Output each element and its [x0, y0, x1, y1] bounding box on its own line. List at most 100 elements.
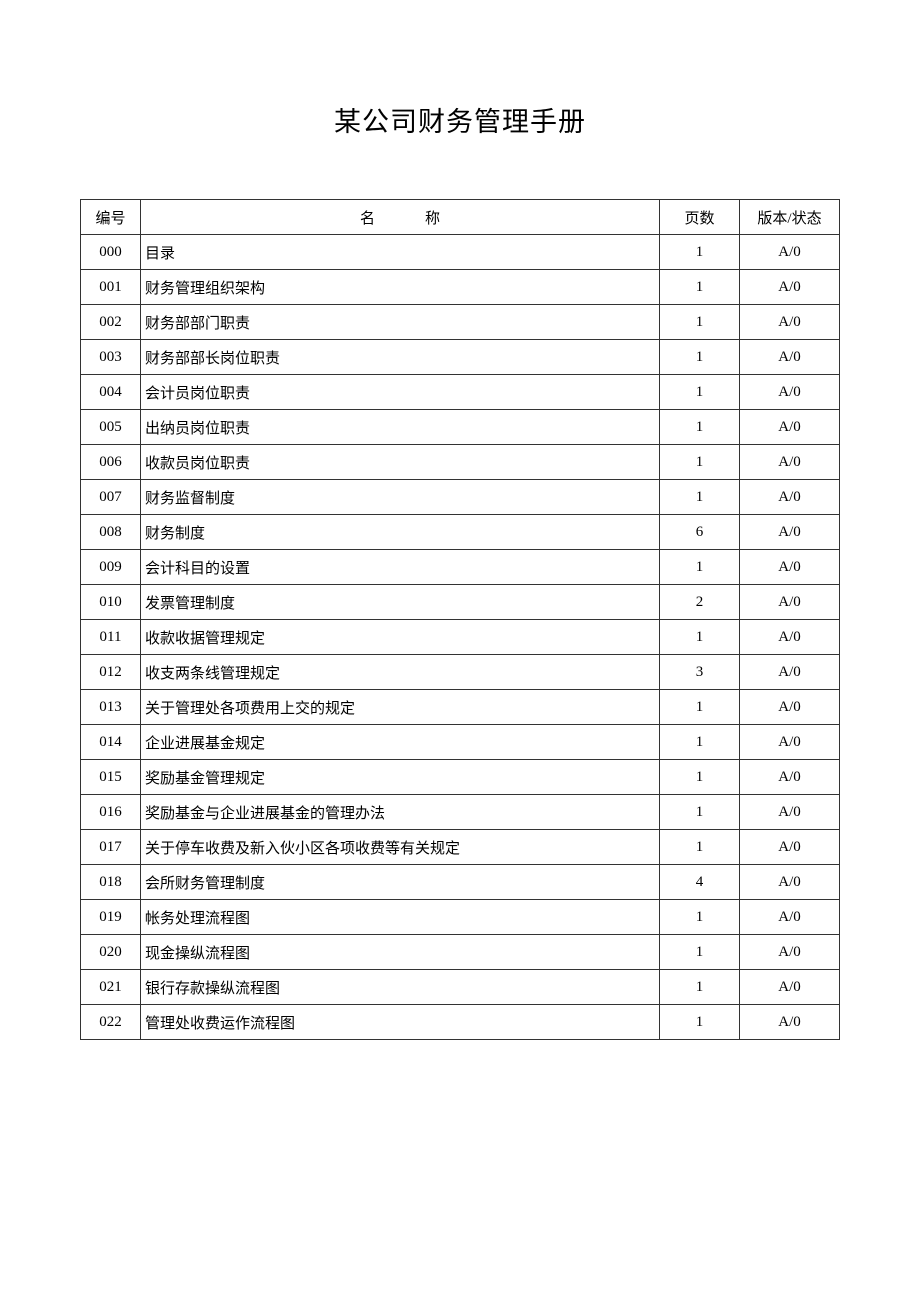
cell-version: A/0 — [740, 445, 840, 480]
cell-version: A/0 — [740, 830, 840, 865]
cell-pages: 4 — [660, 865, 740, 900]
cell-pages: 1 — [660, 445, 740, 480]
cell-pages: 2 — [660, 585, 740, 620]
cell-num: 017 — [81, 830, 141, 865]
table-row: 013关于管理处各项费用上交的规定1A/0 — [81, 690, 840, 725]
cell-num: 021 — [81, 970, 141, 1005]
table-row: 015奖励基金管理规定1A/0 — [81, 760, 840, 795]
table-row: 003财务部部长岗位职责1A/0 — [81, 340, 840, 375]
cell-name: 发票管理制度 — [141, 585, 660, 620]
cell-version: A/0 — [740, 795, 840, 830]
cell-pages: 1 — [660, 550, 740, 585]
table-row: 022管理处收费运作流程图1A/0 — [81, 1005, 840, 1040]
cell-pages: 1 — [660, 270, 740, 305]
cell-pages: 1 — [660, 305, 740, 340]
cell-version: A/0 — [740, 585, 840, 620]
cell-version: A/0 — [740, 550, 840, 585]
cell-version: A/0 — [740, 655, 840, 690]
cell-name: 企业进展基金规定 — [141, 725, 660, 760]
cell-version: A/0 — [740, 340, 840, 375]
cell-num: 005 — [81, 410, 141, 445]
cell-pages: 1 — [660, 340, 740, 375]
document-title: 某公司财务管理手册 — [80, 100, 840, 139]
cell-name: 财务部部门职责 — [141, 305, 660, 340]
cell-name: 关于管理处各项费用上交的规定 — [141, 690, 660, 725]
document-page: 某公司财务管理手册 编号 名称 页数 版本/状态 000目录1A/0001财务管… — [0, 0, 920, 1040]
cell-num: 007 — [81, 480, 141, 515]
table-row: 021银行存款操纵流程图1A/0 — [81, 970, 840, 1005]
cell-name: 会计员岗位职责 — [141, 375, 660, 410]
cell-name: 收款员岗位职责 — [141, 445, 660, 480]
cell-version: A/0 — [740, 410, 840, 445]
cell-num: 004 — [81, 375, 141, 410]
cell-num: 006 — [81, 445, 141, 480]
table-row: 001财务管理组织架构1A/0 — [81, 270, 840, 305]
cell-version: A/0 — [740, 515, 840, 550]
cell-num: 014 — [81, 725, 141, 760]
table-row: 020现金操纵流程图1A/0 — [81, 935, 840, 970]
cell-version: A/0 — [740, 725, 840, 760]
cell-num: 000 — [81, 235, 141, 270]
table-row: 000目录1A/0 — [81, 235, 840, 270]
cell-version: A/0 — [740, 760, 840, 795]
cell-num: 012 — [81, 655, 141, 690]
table-row: 010发票管理制度2A/0 — [81, 585, 840, 620]
cell-pages: 1 — [660, 935, 740, 970]
cell-pages: 1 — [660, 375, 740, 410]
table-row: 014企业进展基金规定1A/0 — [81, 725, 840, 760]
cell-version: A/0 — [740, 480, 840, 515]
cell-num: 009 — [81, 550, 141, 585]
table-row: 009会计科目的设置1A/0 — [81, 550, 840, 585]
cell-version: A/0 — [740, 375, 840, 410]
cell-num: 003 — [81, 340, 141, 375]
cell-name: 财务管理组织架构 — [141, 270, 660, 305]
table-row: 005出纳员岗位职责1A/0 — [81, 410, 840, 445]
cell-pages: 3 — [660, 655, 740, 690]
cell-num: 016 — [81, 795, 141, 830]
table-row: 012收支两条线管理规定3A/0 — [81, 655, 840, 690]
cell-name: 目录 — [141, 235, 660, 270]
table-row: 017关于停车收费及新入伙小区各项收费等有关规定1A/0 — [81, 830, 840, 865]
cell-pages: 1 — [660, 725, 740, 760]
table-row: 008财务制度6A/0 — [81, 515, 840, 550]
cell-version: A/0 — [740, 935, 840, 970]
cell-pages: 1 — [660, 410, 740, 445]
cell-num: 010 — [81, 585, 141, 620]
header-version: 版本/状态 — [740, 200, 840, 235]
cell-num: 018 — [81, 865, 141, 900]
table-row: 011收款收据管理规定1A/0 — [81, 620, 840, 655]
cell-pages: 1 — [660, 795, 740, 830]
cell-pages: 1 — [660, 1005, 740, 1040]
cell-version: A/0 — [740, 620, 840, 655]
cell-num: 008 — [81, 515, 141, 550]
cell-pages: 1 — [660, 235, 740, 270]
cell-pages: 1 — [660, 480, 740, 515]
cell-pages: 1 — [660, 830, 740, 865]
cell-name: 收款收据管理规定 — [141, 620, 660, 655]
cell-pages: 6 — [660, 515, 740, 550]
cell-name: 收支两条线管理规定 — [141, 655, 660, 690]
cell-version: A/0 — [740, 235, 840, 270]
table-row: 018会所财务管理制度4A/0 — [81, 865, 840, 900]
cell-name: 财务部部长岗位职责 — [141, 340, 660, 375]
cell-num: 013 — [81, 690, 141, 725]
cell-name: 管理处收费运作流程图 — [141, 1005, 660, 1040]
cell-version: A/0 — [740, 305, 840, 340]
cell-pages: 1 — [660, 900, 740, 935]
cell-version: A/0 — [740, 690, 840, 725]
cell-name: 会所财务管理制度 — [141, 865, 660, 900]
cell-num: 001 — [81, 270, 141, 305]
table-row: 006收款员岗位职责1A/0 — [81, 445, 840, 480]
cell-version: A/0 — [740, 970, 840, 1005]
cell-name: 帐务处理流程图 — [141, 900, 660, 935]
cell-version: A/0 — [740, 865, 840, 900]
cell-num: 011 — [81, 620, 141, 655]
cell-num: 019 — [81, 900, 141, 935]
cell-num: 015 — [81, 760, 141, 795]
cell-version: A/0 — [740, 270, 840, 305]
cell-pages: 1 — [660, 690, 740, 725]
table-row: 007财务监督制度1A/0 — [81, 480, 840, 515]
cell-name: 财务监督制度 — [141, 480, 660, 515]
cell-num: 002 — [81, 305, 141, 340]
cell-name: 奖励基金与企业进展基金的管理办法 — [141, 795, 660, 830]
